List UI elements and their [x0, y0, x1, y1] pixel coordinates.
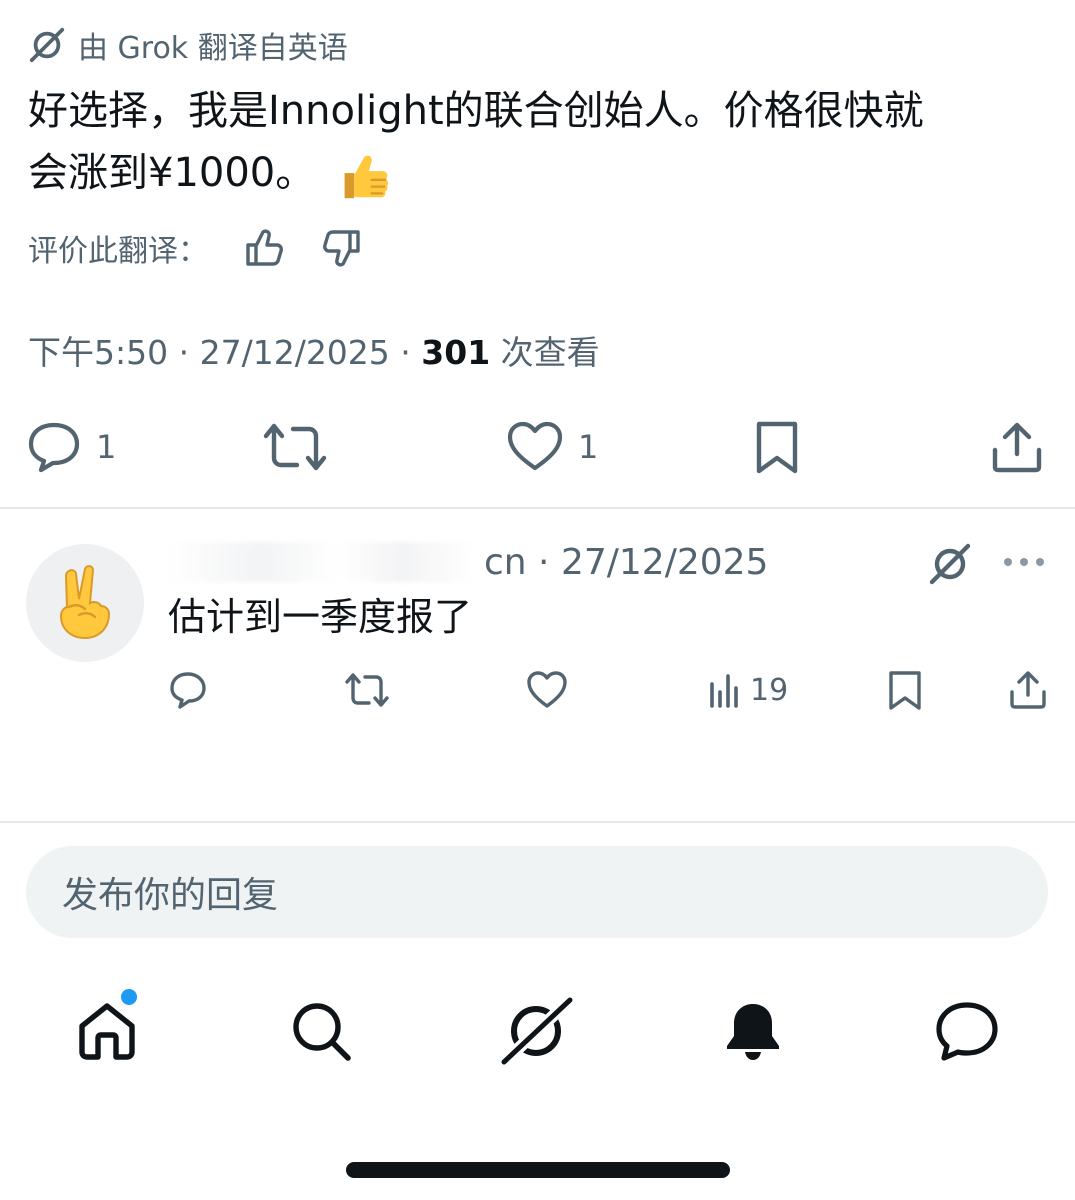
- more-dots-icon: [1002, 550, 1046, 574]
- meta-separator: ·: [389, 333, 422, 372]
- share-button[interactable]: [990, 420, 1044, 474]
- reply-button[interactable]: 1: [26, 420, 116, 474]
- heart-icon: [526, 670, 568, 710]
- reply-reply-button[interactable]: [168, 670, 208, 710]
- reply-view-count: 19: [750, 672, 789, 708]
- reply-like-button[interactable]: [526, 670, 568, 710]
- thumbs-up-emoji-icon: [333, 146, 391, 204]
- reply-icon: [26, 420, 82, 474]
- home-notification-badge: [121, 989, 137, 1005]
- reply-text: 估计到一季度报了: [168, 595, 473, 639]
- reply-icon: [168, 670, 208, 710]
- share-icon: [1008, 670, 1048, 710]
- victory-hand-emoji-icon: [49, 565, 121, 641]
- translated-by-grok: 由 Grok 翻译自英语: [28, 22, 348, 68]
- heart-icon: [506, 420, 564, 474]
- reply-input-placeholder: 发布你的回复: [62, 875, 279, 916]
- tweet-text-line-2: 会涨到¥1000。: [28, 142, 1048, 204]
- reply-input[interactable]: 发布你的回复: [26, 846, 1048, 938]
- reply-share-button[interactable]: [1008, 670, 1048, 710]
- thumbs-down-icon[interactable]: [320, 226, 364, 270]
- rate-translation-row: 评价此翻译：: [28, 220, 364, 276]
- grok-button[interactable]: [926, 540, 974, 588]
- tweet-text-line-2-text: 会涨到¥1000。: [28, 150, 316, 196]
- nav-search[interactable]: [290, 1000, 354, 1064]
- view-count-label: 次查看: [490, 333, 600, 372]
- search-icon: [290, 1000, 354, 1064]
- reply-bookmark-button[interactable]: [886, 670, 924, 712]
- bookmark-icon: [752, 420, 802, 476]
- author-handle[interactable]: cn: [484, 542, 527, 583]
- grok-icon: [926, 540, 974, 588]
- tweet-time[interactable]: 下午5:50: [28, 326, 168, 374]
- like-button[interactable]: 1: [506, 420, 598, 474]
- share-icon: [990, 420, 1044, 474]
- reply-repost-button[interactable]: [344, 670, 390, 710]
- reply-header: cn · 27/12/2025: [168, 536, 768, 588]
- view-count: 301: [421, 333, 491, 372]
- like-count: 1: [578, 428, 599, 466]
- home-indicator-bar[interactable]: [346, 1162, 730, 1178]
- repost-icon: [262, 420, 328, 474]
- divider: [0, 507, 1075, 509]
- rate-translation-label: 评价此翻译：: [28, 234, 208, 269]
- author-name-blurred[interactable]: [168, 542, 478, 582]
- reply-views-button[interactable]: 19: [708, 670, 788, 710]
- divider: [0, 821, 1075, 823]
- tweet-date[interactable]: 27/12/2025: [200, 333, 390, 372]
- repost-icon: [344, 670, 390, 710]
- home-icon: [76, 1000, 138, 1062]
- nav-notifications[interactable]: [722, 1000, 784, 1064]
- grok-icon: [28, 26, 66, 64]
- reply-date[interactable]: 27/12/2025: [561, 542, 769, 583]
- notifications-bell-icon: [722, 1000, 784, 1064]
- thumbs-up-icon[interactable]: [242, 226, 286, 270]
- meta-separator: ·: [526, 541, 561, 583]
- nav-grok[interactable]: [498, 996, 574, 1066]
- bookmark-icon: [886, 670, 924, 712]
- repost-button[interactable]: [262, 420, 328, 474]
- tweet-text-line-1: 好选择，我是Innolight的联合创始人。价格很快就: [28, 88, 924, 134]
- tweet-meta: 下午5:50 · 27/12/2025 · 301 次查看: [28, 326, 600, 374]
- tweet-text: 好选择，我是Innolight的联合创始人。价格很快就 会涨到¥1000。: [28, 80, 1048, 204]
- messages-icon: [934, 1000, 1000, 1064]
- avatar[interactable]: [26, 544, 144, 662]
- meta-separator: ·: [168, 333, 200, 372]
- grok-icon: [498, 996, 574, 1066]
- bookmark-button[interactable]: [752, 420, 802, 476]
- more-options-button[interactable]: [1002, 550, 1046, 574]
- nav-home[interactable]: [76, 1000, 138, 1062]
- nav-messages[interactable]: [934, 1000, 1000, 1064]
- views-chart-icon: [708, 670, 742, 710]
- reply-count: 1: [96, 428, 117, 466]
- translated-by-label: 由 Grok 翻译自英语: [78, 31, 348, 66]
